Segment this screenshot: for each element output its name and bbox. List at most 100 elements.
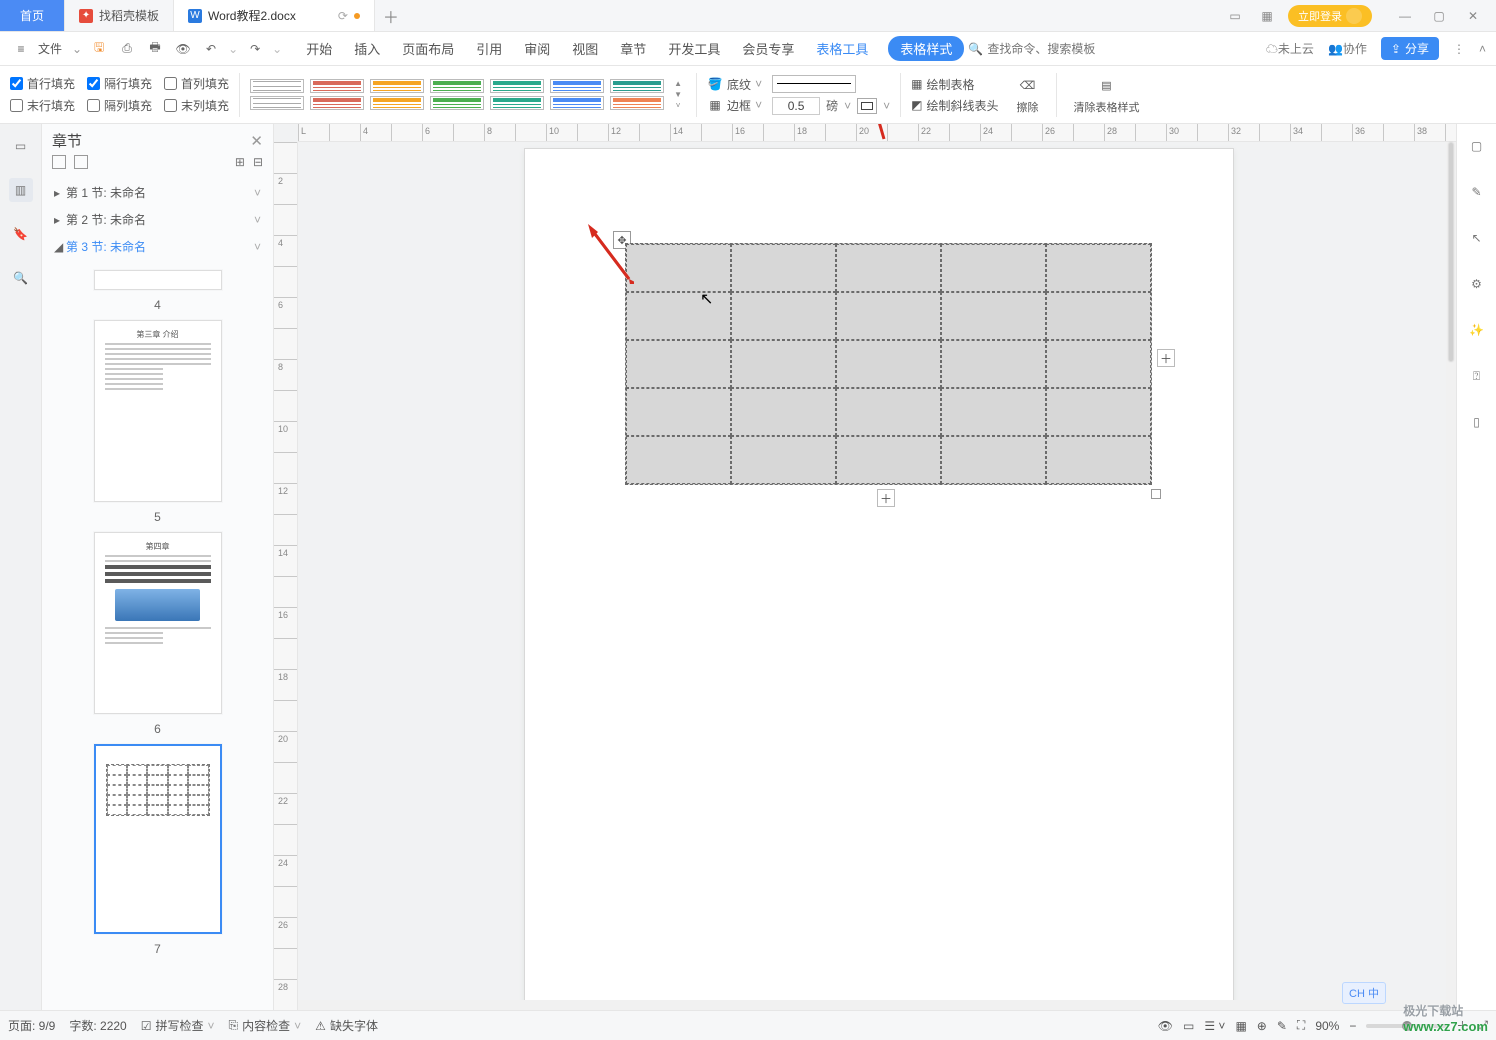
vertical-scrollbar[interactable] (1446, 142, 1456, 1010)
menu-table-style[interactable]: 表格样式 (888, 36, 964, 61)
menu-insert[interactable]: 插入 (352, 35, 382, 62)
border-color-picker[interactable] (857, 98, 877, 114)
horizontal-scrollbar[interactable] (298, 1000, 1446, 1010)
bookmark-icon[interactable]: 🔖 (9, 222, 33, 246)
tab-document[interactable]: W Word教程2.docx ⟳ (174, 0, 375, 31)
share-button[interactable]: ⇪分享 (1381, 37, 1439, 60)
style-teal-1[interactable] (490, 79, 544, 93)
expand-all-icon[interactable] (74, 155, 88, 169)
close-button[interactable]: ✕ (1456, 9, 1490, 23)
save-icon[interactable]: 🖫 (88, 38, 110, 60)
style-orange-2[interactable] (370, 96, 424, 110)
menu-icon[interactable]: ≡ (10, 38, 32, 60)
apps-icon[interactable]: ▦ (1256, 5, 1278, 27)
shading-button[interactable]: 🪣底纹˅ (707, 76, 762, 93)
tab-templates[interactable]: ✦ 找稻壳模板 (65, 0, 174, 31)
collapse-all-icon[interactable] (52, 155, 66, 169)
menu-start[interactable]: 开始 (304, 35, 334, 62)
menu-table-tools[interactable]: 表格工具 (814, 35, 870, 62)
cloud-status[interactable]: ☁未上云 (1266, 40, 1314, 57)
maximize-button[interactable]: ▢ (1422, 9, 1456, 23)
page-status[interactable]: 页面: 9/9 (8, 1017, 55, 1034)
style-green-1[interactable] (430, 79, 484, 93)
style-teal-2[interactable] (490, 96, 544, 110)
chapter-item-2[interactable]: ▸第 2 节: 未命名˅ (50, 206, 265, 233)
border-button[interactable]: ▦边框˅ (707, 97, 762, 114)
command-search[interactable]: 🔍 (968, 42, 1137, 56)
table-resize-handle[interactable] (1151, 489, 1161, 499)
outline-view-icon[interactable]: ▭ (9, 134, 33, 158)
content-check[interactable]: ⎘内容检查˅ (229, 1017, 302, 1034)
draw-diagonal-button[interactable]: ◩绘制斜线表头 (911, 97, 998, 114)
style-teal2-1[interactable] (610, 79, 664, 93)
new-tab-button[interactable]: ＋ (375, 0, 407, 31)
zoom-value[interactable]: 90% (1315, 1019, 1339, 1033)
eraser-button[interactable]: ⌫ 擦除 (1008, 75, 1046, 115)
menu-layout[interactable]: 页面布局 (400, 35, 456, 62)
view-outline-icon[interactable]: ⊕ (1257, 1019, 1267, 1033)
close-panel-icon[interactable]: ✕ (250, 132, 263, 150)
collab-button[interactable]: 👥协作 (1328, 40, 1367, 57)
border-style-preview[interactable] (772, 75, 856, 93)
page-thumbnail-5[interactable]: 第三章 介绍 (94, 320, 222, 502)
style-blue-1[interactable] (550, 79, 604, 93)
gallery-more[interactable]: ▲▼˅ (670, 79, 686, 110)
more-menu-icon[interactable]: ⋮ (1453, 42, 1465, 56)
style-plain-1[interactable] (250, 79, 304, 93)
style-red-1[interactable] (310, 79, 364, 93)
file-menu[interactable]: 文件 (38, 40, 62, 57)
menu-reference[interactable]: 引用 (474, 35, 504, 62)
bookmark2-icon[interactable]: ✎ (1465, 180, 1489, 204)
fit-width-icon[interactable]: ⛶ (1297, 1018, 1305, 1033)
print-icon[interactable]: 🖶 (144, 38, 166, 60)
panel-icon[interactable]: ▯ (1465, 410, 1489, 434)
page-thumbnail-4[interactable] (94, 270, 222, 290)
missing-font[interactable]: ⚠缺失字体 (315, 1017, 378, 1034)
search-input[interactable] (987, 42, 1137, 56)
settings-icon[interactable]: ⚙ (1465, 272, 1489, 296)
view-draft-icon[interactable]: ✎ (1277, 1019, 1287, 1033)
redo-icon[interactable]: ↷ (244, 38, 266, 60)
style-dashed-1[interactable] (250, 96, 304, 110)
check-last-col[interactable]: 末列填充 (164, 97, 229, 115)
preview-icon[interactable]: 👁 (172, 38, 194, 60)
page-thumbnail-6[interactable]: 第四章 (94, 532, 222, 714)
check-alt-col[interactable]: 隔列填充 (87, 97, 152, 115)
page-thumbnail-7[interactable] (94, 744, 222, 934)
ime-indicator[interactable]: CH 中 (1342, 982, 1386, 1004)
chapter-item-1[interactable]: ▸第 1 节: 未命名˅ (50, 179, 265, 206)
layout-icon[interactable]: ▭ (1224, 5, 1246, 27)
chapter-item-3[interactable]: ◢第 3 节: 未命名˅ (50, 233, 265, 260)
border-width-input[interactable]: 0.5 (772, 97, 820, 115)
chevron-up-icon[interactable]: ˄ (1479, 42, 1486, 56)
view-web-icon[interactable]: ▦ (1235, 1019, 1246, 1033)
minimize-button[interactable]: — (1388, 9, 1422, 23)
clear-style-button[interactable]: ▤ 清除表格样式 (1067, 75, 1145, 115)
style-green-2[interactable] (430, 96, 484, 110)
eye-icon[interactable]: 👁 (1158, 1019, 1173, 1033)
remove-chapter-icon[interactable]: ⊟ (253, 155, 263, 169)
check-alt-row[interactable]: 隔行填充 (87, 75, 152, 93)
add-row-button[interactable]: ＋ (877, 489, 895, 507)
style-orange-1[interactable] (370, 79, 424, 93)
ai-icon[interactable]: ✨ (1465, 318, 1489, 342)
search-panel-icon[interactable]: 🔍 (9, 266, 33, 290)
view-read-icon[interactable]: ☰ ˅ (1204, 1019, 1225, 1033)
style-red-2[interactable] (310, 96, 364, 110)
check-first-row[interactable]: 首行填充 (10, 75, 75, 93)
menu-review[interactable]: 审阅 (522, 35, 552, 62)
menu-view[interactable]: 视图 (570, 35, 600, 62)
add-chapter-icon[interactable]: ⊞ (235, 155, 245, 169)
login-button[interactable]: 立即登录 (1288, 5, 1372, 27)
tab-home[interactable]: 首页 (0, 0, 65, 31)
table-style-gallery[interactable]: ▲▼˅ (250, 79, 686, 110)
scroll-thumb[interactable] (1448, 142, 1454, 362)
saveas-icon[interactable]: ⎙ (116, 38, 138, 60)
undo-icon[interactable]: ↶ (200, 38, 222, 60)
draw-table-button[interactable]: ▦绘制表格 (911, 76, 998, 93)
menu-chapter[interactable]: 章节 (618, 35, 648, 62)
menu-member[interactable]: 会员专享 (740, 35, 796, 62)
add-column-button[interactable]: ＋ (1157, 349, 1175, 367)
check-first-col[interactable]: 首列填充 (164, 75, 229, 93)
style-blue-2[interactable] (550, 96, 604, 110)
